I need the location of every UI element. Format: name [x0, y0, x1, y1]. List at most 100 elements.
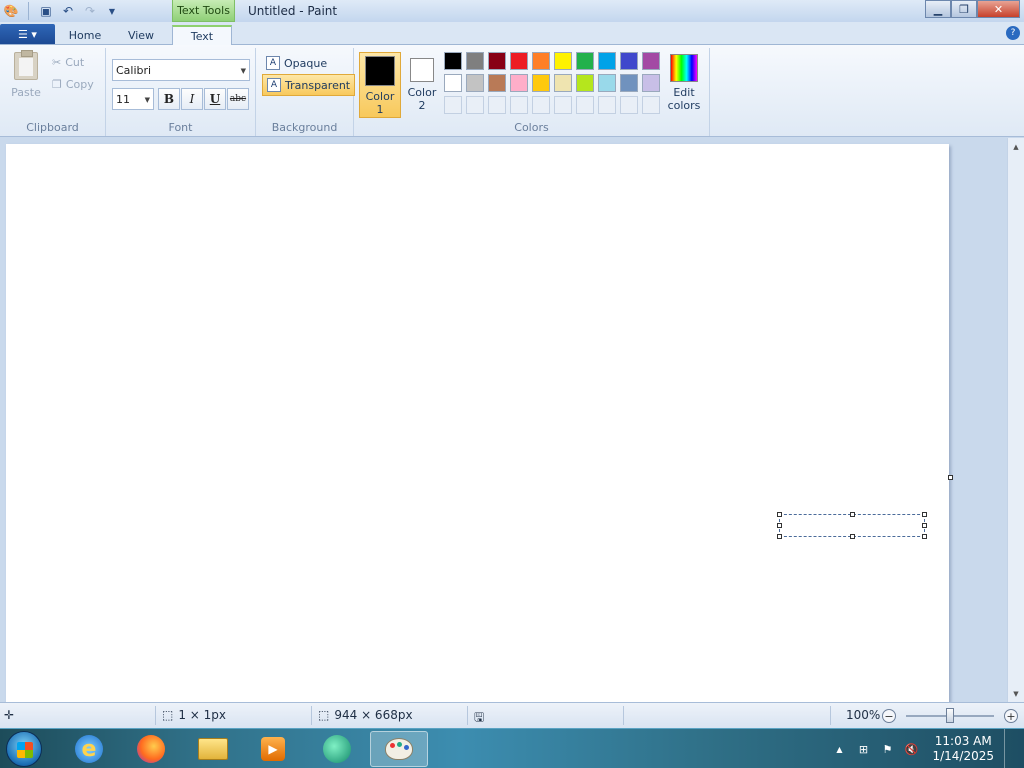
palette-swatch[interactable] — [554, 52, 572, 70]
system-tray: ▲ ⊞ ⚑ 🔇 11:03 AM 1/14/2025 — [832, 729, 1024, 768]
resize-handle[interactable] — [850, 512, 855, 517]
custom-color-slot[interactable] — [466, 96, 484, 114]
status-divider — [830, 706, 831, 725]
transparent-button[interactable]: A Transparent — [262, 74, 356, 96]
paint-app-icon[interactable]: 🎨 — [0, 1, 22, 21]
tab-text[interactable]: Text — [172, 25, 232, 46]
custom-color-slot[interactable] — [488, 96, 506, 114]
minimize-button[interactable]: ▁ — [925, 0, 951, 18]
custom-color-slot[interactable] — [598, 96, 616, 114]
palette-swatch[interactable] — [488, 74, 506, 92]
paste-button[interactable]: Paste — [8, 50, 44, 99]
drawing-canvas[interactable] — [6, 144, 949, 702]
paint-taskbar-button[interactable] — [370, 731, 428, 767]
edit-colors-button[interactable]: Edit colors — [666, 52, 702, 112]
underline-button[interactable]: U — [204, 88, 226, 110]
scroll-up-arrow-icon[interactable]: ▲ — [1008, 138, 1024, 155]
text-tools-context-label: Text Tools — [172, 0, 235, 22]
palette-swatch[interactable] — [642, 74, 660, 92]
font-family-select[interactable]: Calibri ▼ — [112, 59, 250, 81]
palette-swatch[interactable] — [554, 74, 572, 92]
italic-button[interactable]: I — [181, 88, 203, 110]
palette-swatch[interactable] — [642, 52, 660, 70]
palette-swatch[interactable] — [576, 52, 594, 70]
font-size-select[interactable]: 11 ▼ — [112, 88, 154, 110]
custom-color-slot[interactable] — [554, 96, 572, 114]
palette-swatch[interactable] — [620, 74, 638, 92]
start-button[interactable] — [6, 731, 42, 767]
tab-home[interactable]: Home — [56, 25, 114, 45]
vertical-scrollbar[interactable]: ▲ ▼ — [1007, 138, 1024, 702]
palette-swatch[interactable] — [466, 52, 484, 70]
scroll-down-arrow-icon[interactable]: ▼ — [1008, 685, 1024, 702]
resize-handle[interactable] — [922, 534, 927, 539]
file-explorer-taskbar-button[interactable] — [186, 731, 240, 767]
resize-handle[interactable] — [922, 523, 927, 528]
media-player-taskbar-button[interactable]: ▶ — [246, 731, 300, 767]
copy-label: Copy — [65, 78, 94, 91]
clock[interactable]: 11:03 AM 1/14/2025 — [932, 734, 994, 764]
cut-label: Cut — [65, 56, 85, 69]
zoom-level: 100% — [846, 708, 881, 722]
custom-color-slot[interactable] — [576, 96, 594, 114]
opaque-button[interactable]: A Opaque — [262, 52, 331, 74]
palette-swatch[interactable] — [488, 52, 506, 70]
color-palette — [444, 52, 660, 114]
text-box-selection[interactable] — [777, 512, 927, 539]
canvas-resize-handle[interactable] — [948, 475, 953, 480]
palette-swatch[interactable] — [598, 74, 616, 92]
resize-handle[interactable] — [922, 512, 927, 517]
internet-explorer-taskbar-button[interactable]: e — [62, 731, 116, 767]
custom-color-slot[interactable] — [510, 96, 528, 114]
status-divider — [623, 706, 624, 725]
selection-icon: ⬚ — [162, 708, 174, 722]
palette-swatch[interactable] — [444, 74, 462, 92]
bold-button[interactable]: B — [158, 88, 180, 110]
custom-color-slot[interactable] — [620, 96, 638, 114]
custom-color-slot[interactable] — [532, 96, 550, 114]
palette-swatch[interactable] — [510, 52, 528, 70]
save-icon[interactable]: ▣ — [35, 1, 57, 21]
background-group: A Opaque A Transparent Background — [256, 48, 356, 136]
undo-icon[interactable]: ↶ — [57, 1, 79, 21]
messenger-taskbar-button[interactable] — [310, 731, 364, 767]
resize-handle[interactable] — [850, 534, 855, 539]
redo-icon[interactable]: ↷ — [79, 1, 101, 21]
zoom-out-button[interactable]: − — [882, 709, 896, 723]
palette-swatch[interactable] — [620, 52, 638, 70]
paint-menu-button[interactable]: ☰ ▾ — [0, 24, 55, 44]
chevron-up-icon[interactable]: ▲ — [832, 742, 846, 756]
custom-color-slot[interactable] — [444, 96, 462, 114]
strikethrough-button[interactable]: abc — [227, 88, 249, 110]
flag-icon[interactable]: ⚑ — [880, 742, 894, 756]
show-desktop-button[interactable] — [1004, 729, 1018, 768]
clipboard-group: Paste ✂ Cut ❐ Copy Clipboard — [0, 48, 106, 136]
color-1-button[interactable]: Color 1 — [359, 52, 401, 118]
copy-button[interactable]: ❐ Copy — [52, 78, 94, 91]
volume-muted-icon[interactable]: 🔇 — [904, 742, 919, 756]
resize-handle[interactable] — [777, 523, 782, 528]
zoom-in-button[interactable]: + — [1004, 709, 1018, 723]
palette-swatch[interactable] — [532, 74, 550, 92]
resize-handle[interactable] — [777, 534, 782, 539]
zoom-slider-thumb[interactable] — [946, 708, 954, 723]
palette-swatch[interactable] — [510, 74, 528, 92]
network-icon[interactable]: ⊞ — [856, 742, 870, 756]
help-icon[interactable]: ? — [1006, 26, 1020, 40]
firefox-icon — [137, 735, 165, 763]
tab-view[interactable]: View — [114, 25, 168, 45]
resize-handle[interactable] — [777, 512, 782, 517]
firefox-taskbar-button[interactable] — [124, 731, 178, 767]
custom-color-slot[interactable] — [642, 96, 660, 114]
close-button[interactable]: ✕ — [977, 0, 1020, 18]
disk-icon: 🖫 — [474, 710, 485, 724]
palette-swatch[interactable] — [598, 52, 616, 70]
palette-swatch[interactable] — [576, 74, 594, 92]
cut-button[interactable]: ✂ Cut — [52, 56, 84, 69]
color-2-button[interactable]: Color 2 — [401, 52, 443, 118]
maximize-button[interactable]: ❐ — [951, 0, 977, 18]
palette-swatch[interactable] — [532, 52, 550, 70]
palette-swatch[interactable] — [444, 52, 462, 70]
palette-swatch[interactable] — [466, 74, 484, 92]
chevron-down-icon[interactable]: ▼ — [101, 1, 123, 21]
